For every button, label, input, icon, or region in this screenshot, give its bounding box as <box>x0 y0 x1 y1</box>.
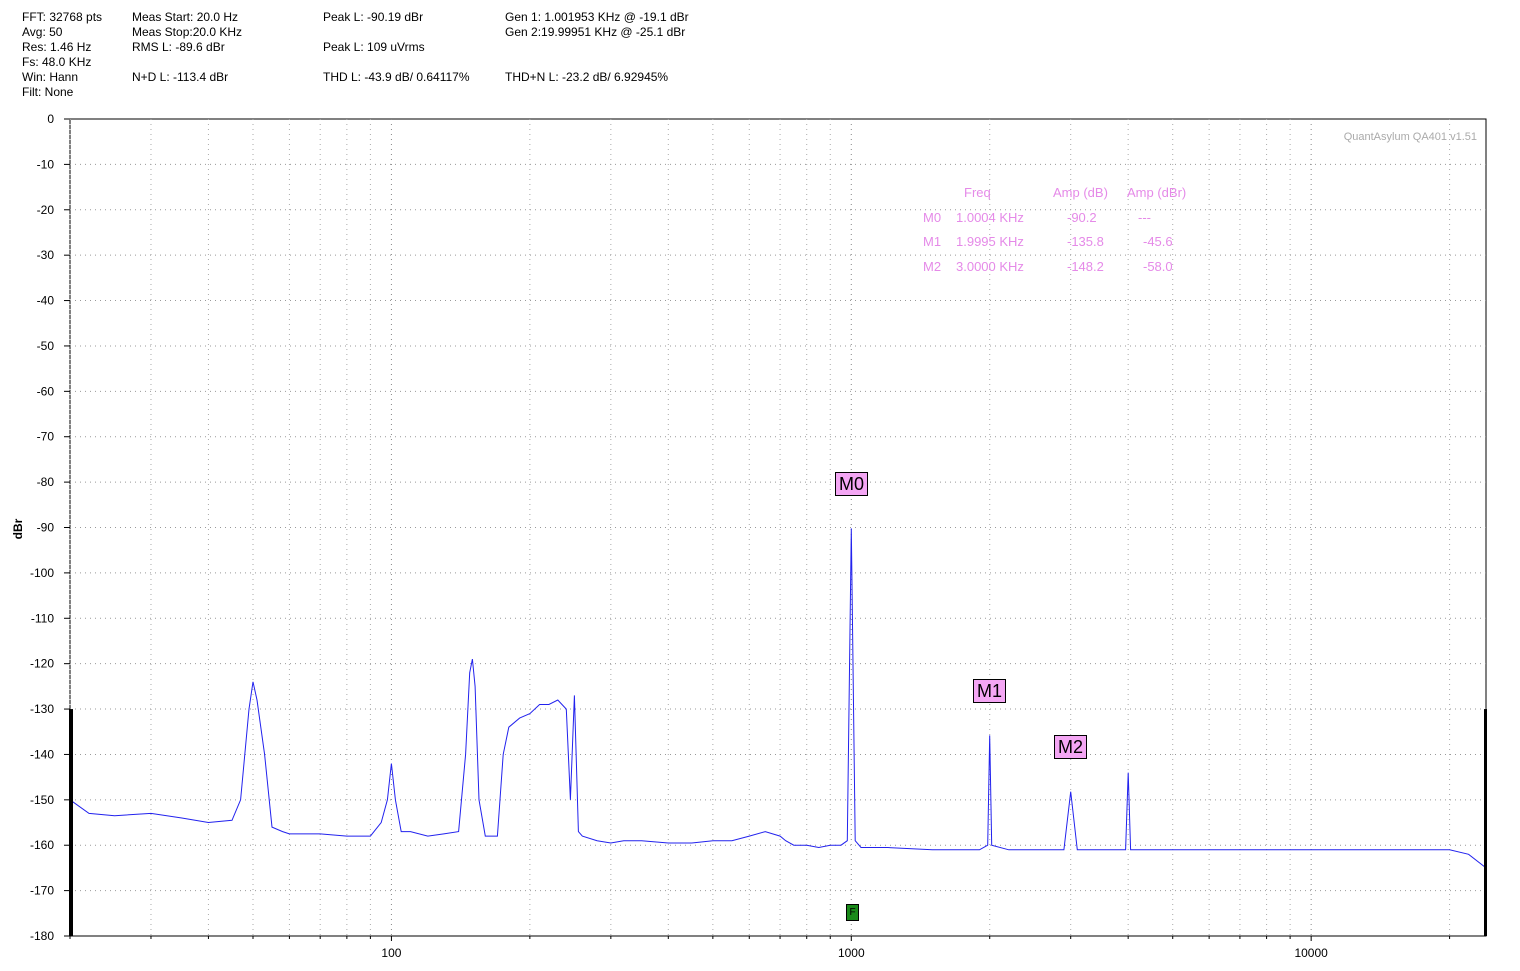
marker-row-amp-db: -135.8 <box>1067 234 1104 249</box>
right-edge-bar <box>1484 709 1487 936</box>
y-tick-label: -120 <box>30 657 54 671</box>
x-tick-label: 1000 <box>838 946 865 960</box>
y-tick-label: -20 <box>37 203 55 217</box>
x-tick-label: 10000 <box>1294 946 1328 960</box>
marker-row-freq: 3.0000 KHz <box>956 259 1024 274</box>
marker-row-amp-db: -148.2 <box>1067 259 1104 274</box>
marker-m0-label[interactable]: M0 <box>835 472 869 496</box>
y-axis-label: dBr <box>11 518 25 539</box>
marker-row-freq: 1.0004 KHz <box>956 210 1024 225</box>
watermark: QuantAsylum QA401 v1.51 <box>1344 131 1477 143</box>
y-tick-label: -100 <box>30 566 54 580</box>
marker-table-header-amp-db: Amp (dB) <box>1053 185 1108 200</box>
y-tick-label: -170 <box>30 884 54 898</box>
marker-row-name: M1 <box>923 234 942 249</box>
y-axis: 0 -10 -20 -30 -40 -50 -60 -70 -80 -90 -100 -110 -120… <box>30 112 70 943</box>
marker-table-header-freq: Freq <box>964 185 991 200</box>
edge-bars <box>69 709 1487 936</box>
x-axis: 100 1000 10000 <box>69 936 1451 960</box>
marker-row-amp-dbr: -58.0 <box>1143 259 1173 274</box>
marker-row-amp-dbr: -45.6 <box>1143 234 1173 249</box>
y-tick-label: -140 <box>30 747 54 761</box>
f-marker[interactable]: F <box>846 904 859 921</box>
marker-m2-label[interactable]: M2 <box>1054 735 1088 759</box>
y-tick-label: -50 <box>37 339 55 353</box>
marker-m1-label[interactable]: M1 <box>973 679 1007 703</box>
spectrum-plot[interactable]: 0 -10 -20 -30 -40 -50 -60 -70 -80 -90 -100 -110 -120… <box>0 0 1520 971</box>
marker-row-name: M0 <box>923 210 942 225</box>
y-tick-label: -150 <box>30 793 54 807</box>
y-tick-label: -40 <box>37 294 55 308</box>
y-tick-label: -30 <box>37 248 55 262</box>
marker-row-freq: 1.9995 KHz <box>956 234 1024 249</box>
y-tick-label: -160 <box>30 838 54 852</box>
y-tick-label: -70 <box>37 430 55 444</box>
marker-row-name: M2 <box>923 259 942 274</box>
plot-frame <box>69 118 1487 937</box>
marker-row-amp-dbr: --- <box>1138 210 1151 225</box>
grid <box>69 119 1486 936</box>
y-tick-label: -180 <box>30 929 54 943</box>
y-tick-label: -130 <box>30 702 54 716</box>
left-edge-bar <box>69 709 73 936</box>
y-tick-label: 0 <box>47 112 54 126</box>
marker-table-header-amp-dbr: Amp (dBr) <box>1127 185 1187 200</box>
y-tick-label: -80 <box>37 475 55 489</box>
y-tick-label: -60 <box>37 384 55 398</box>
x-tick-label: 100 <box>381 946 401 960</box>
y-tick-label: -10 <box>37 157 55 171</box>
marker-row-amp-db: -90.2 <box>1067 210 1097 225</box>
y-tick-label: -90 <box>37 521 55 535</box>
y-tick-label: -110 <box>31 611 54 625</box>
spectrum-trace <box>69 528 1487 869</box>
